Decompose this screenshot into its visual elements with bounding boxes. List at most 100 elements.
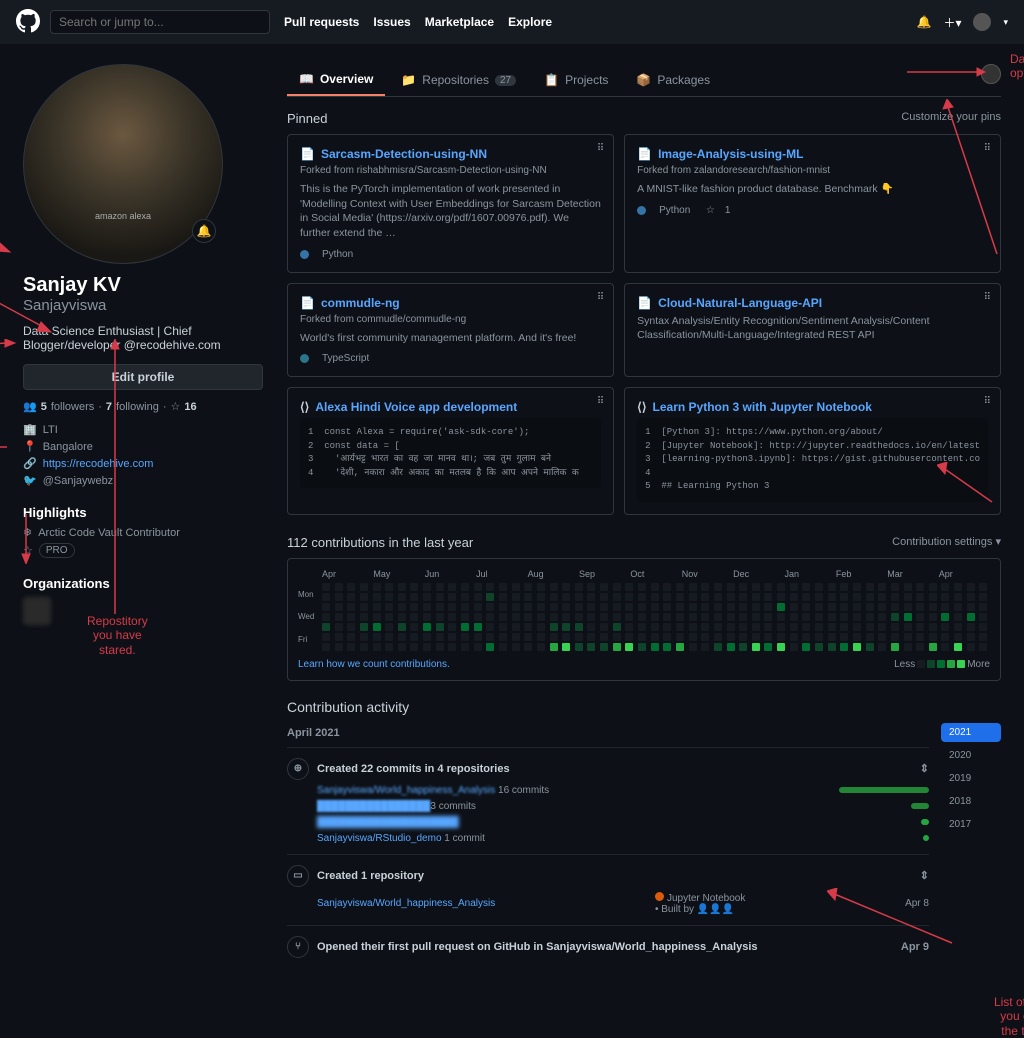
- contribution-cell[interactable]: [524, 593, 532, 601]
- contribution-cell[interactable]: [701, 643, 709, 651]
- contribution-cell[interactable]: [891, 643, 899, 651]
- contribution-cell[interactable]: [689, 613, 697, 621]
- contribution-cell[interactable]: [373, 633, 381, 641]
- contribution-cell[interactable]: [524, 613, 532, 621]
- contribution-cell[interactable]: [790, 583, 798, 591]
- contribution-cell[interactable]: [448, 643, 456, 651]
- contribution-cell[interactable]: [550, 623, 558, 631]
- contribution-cell[interactable]: [335, 613, 343, 621]
- contribution-cell[interactable]: [727, 633, 735, 641]
- contribution-cell[interactable]: [954, 643, 962, 651]
- contribution-cell[interactable]: [335, 583, 343, 591]
- contribution-cell[interactable]: [486, 603, 494, 611]
- contribution-cell[interactable]: [600, 613, 608, 621]
- contribution-cell[interactable]: [486, 583, 494, 591]
- contribution-cell[interactable]: [651, 593, 659, 601]
- drag-handle-icon[interactable]: ⠿: [597, 143, 605, 154]
- contribution-cell[interactable]: [512, 613, 520, 621]
- contribution-cell[interactable]: [537, 613, 545, 621]
- contribution-cell[interactable]: [587, 593, 595, 601]
- contribution-cell[interactable]: [512, 633, 520, 641]
- contribution-cell[interactable]: [663, 643, 671, 651]
- contribution-cell[interactable]: [587, 613, 595, 621]
- contribution-cell[interactable]: [752, 623, 760, 631]
- contribution-cell[interactable]: [410, 633, 418, 641]
- contribution-cell[interactable]: [689, 603, 697, 611]
- tab-packages[interactable]: 📦Packages: [624, 64, 722, 96]
- contribution-cell[interactable]: [954, 593, 962, 601]
- contribution-cell[interactable]: [410, 623, 418, 631]
- contribution-cell[interactable]: [941, 593, 949, 601]
- contribution-cell[interactable]: [373, 583, 381, 591]
- contribution-cell[interactable]: [764, 603, 772, 611]
- contribution-cell[interactable]: [575, 613, 583, 621]
- contribution-cell[interactable]: [840, 613, 848, 621]
- contribution-cell[interactable]: [663, 633, 671, 641]
- contribution-cell[interactable]: [916, 643, 924, 651]
- contribution-cell[interactable]: [537, 583, 545, 591]
- contribution-cell[interactable]: [524, 643, 532, 651]
- contribution-cell[interactable]: [714, 613, 722, 621]
- contribution-cell[interactable]: [550, 643, 558, 651]
- contribution-cell[interactable]: [436, 603, 444, 611]
- contribution-cell[interactable]: [941, 603, 949, 611]
- contribution-cell[interactable]: [651, 603, 659, 611]
- contribution-cell[interactable]: [790, 633, 798, 641]
- contribution-cell[interactable]: [360, 593, 368, 601]
- github-logo-icon[interactable]: [16, 9, 40, 36]
- contribution-cell[interactable]: [600, 603, 608, 611]
- contribution-cell[interactable]: [486, 643, 494, 651]
- contribution-cell[interactable]: [828, 593, 836, 601]
- contribution-cell[interactable]: [575, 583, 583, 591]
- contribution-cell[interactable]: [663, 593, 671, 601]
- contribution-cell[interactable]: [840, 593, 848, 601]
- contribution-cell[interactable]: [891, 633, 899, 641]
- contribution-cell[interactable]: [398, 603, 406, 611]
- contribution-cell[interactable]: [373, 623, 381, 631]
- contribution-cell[interactable]: [676, 583, 684, 591]
- theme-toggle-icon[interactable]: [981, 64, 1001, 84]
- contribution-cell[interactable]: [625, 633, 633, 641]
- contribution-cell[interactable]: [638, 583, 646, 591]
- contribution-cell[interactable]: [322, 583, 330, 591]
- contribution-cell[interactable]: [663, 613, 671, 621]
- contribution-cell[interactable]: [550, 633, 558, 641]
- contribution-cell[interactable]: [828, 643, 836, 651]
- contribution-cell[interactable]: [613, 603, 621, 611]
- contribution-cell[interactable]: [853, 643, 861, 651]
- contribution-cell[interactable]: [802, 613, 810, 621]
- contribution-cell[interactable]: [448, 613, 456, 621]
- contribution-cell[interactable]: [916, 593, 924, 601]
- contribution-cell[interactable]: [448, 603, 456, 611]
- contribution-cell[interactable]: [410, 613, 418, 621]
- contribution-cell[interactable]: [322, 593, 330, 601]
- contribution-cell[interactable]: [335, 603, 343, 611]
- contribution-cell[interactable]: [790, 593, 798, 601]
- contribution-cell[interactable]: [891, 583, 899, 591]
- contribution-cell[interactable]: [979, 613, 987, 621]
- contribution-cell[interactable]: [550, 583, 558, 591]
- contribution-cell[interactable]: [423, 633, 431, 641]
- contribution-cell[interactable]: [979, 593, 987, 601]
- contribution-cell[interactable]: [625, 593, 633, 601]
- contribution-cell[interactable]: [385, 633, 393, 641]
- contribution-cell[interactable]: [575, 603, 583, 611]
- contribution-cell[interactable]: [764, 623, 772, 631]
- customize-pins-link[interactable]: Customize your pins: [901, 111, 1001, 126]
- contribution-cell[interactable]: [625, 603, 633, 611]
- contribution-cell[interactable]: [954, 613, 962, 621]
- contribution-cell[interactable]: [878, 643, 886, 651]
- contribution-cell[interactable]: [777, 603, 785, 611]
- contribution-cell[interactable]: [562, 623, 570, 631]
- contribution-cell[interactable]: [739, 633, 747, 641]
- contribution-cell[interactable]: [840, 603, 848, 611]
- contribution-cell[interactable]: [676, 623, 684, 631]
- contribution-cell[interactable]: [929, 613, 937, 621]
- contribution-cell[interactable]: [967, 613, 975, 621]
- contribution-cell[interactable]: [474, 603, 482, 611]
- contribution-cell[interactable]: [448, 593, 456, 601]
- contribution-cell[interactable]: [714, 593, 722, 601]
- contribution-cell[interactable]: [891, 593, 899, 601]
- contribution-cell[interactable]: [335, 623, 343, 631]
- contribution-cell[interactable]: [866, 613, 874, 621]
